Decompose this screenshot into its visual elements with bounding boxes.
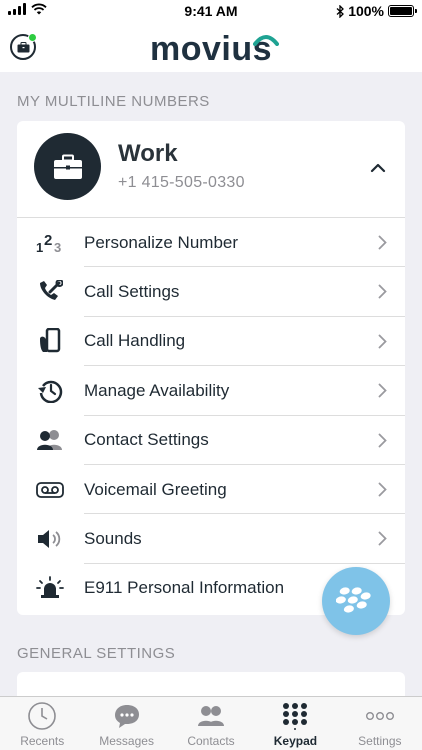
logo-wave-icon (253, 35, 279, 46)
blackberry-icon (336, 587, 371, 613)
menu-item-label: Personalize Number (84, 232, 239, 252)
number-name: Work (118, 140, 178, 167)
123-icon: 1 2 3 (35, 228, 65, 258)
menu-item-sounds[interactable]: Sounds (17, 514, 405, 565)
collapse-button[interactable] (368, 158, 388, 178)
multiline-number-card: Work +1 415-505-0330 1 2 3 Personalize N… (17, 121, 405, 615)
history-icon (35, 376, 65, 406)
chevron-right-icon (378, 531, 387, 546)
menu-item-voicemail-greeting[interactable]: Voicemail Greeting (17, 465, 405, 515)
logo-text-main: movi (149, 30, 232, 68)
menu-item-label: Sounds (84, 529, 142, 549)
battery-icon (388, 5, 417, 17)
tab-label: Messages (99, 734, 154, 748)
chevron-right-icon (378, 433, 387, 447)
bluetooth-icon (336, 4, 345, 18)
tab-keypad[interactable]: Keypad (253, 697, 337, 750)
blackberry-fab-button[interactable] (322, 567, 390, 635)
more-icon (365, 712, 394, 720)
menu-item-label: Manage Availability (84, 380, 230, 400)
menu-item-label: Voicemail Greeting (84, 479, 227, 499)
status-bar: 9:41 AM 100% (0, 0, 422, 22)
clock-icon (28, 702, 57, 730)
menu-item-personalize-number[interactable]: 1 2 3 Personalize Number (17, 218, 405, 268)
keypad-icon (283, 703, 308, 730)
menu-item-call-settings[interactable]: Call Settings (17, 267, 405, 318)
phone-hand-icon (35, 326, 65, 356)
tab-contacts[interactable]: Contacts (169, 697, 253, 750)
menu-item-contact-settings[interactable]: Contact Settings (17, 416, 405, 466)
tab-label: Recents (20, 734, 65, 748)
chevron-right-icon (378, 235, 387, 250)
menu-item-label: E911 Personal Information (84, 578, 285, 598)
menu-item-label: Call Settings (84, 282, 180, 302)
contacts-icon (35, 425, 65, 455)
briefcase-icon (53, 154, 82, 179)
svg-text:1: 1 (36, 240, 43, 254)
tab-label: Keypad (273, 734, 318, 748)
chevron-right-icon (378, 284, 387, 299)
menu-item-manage-availability[interactable]: Manage Availability (17, 366, 405, 416)
menu-item-label: Call Handling (84, 331, 186, 351)
tab-recents[interactable]: Recents (0, 697, 84, 750)
battery-percent: 100% (348, 3, 384, 19)
section-title-general: GENERAL SETTINGS (17, 645, 176, 662)
siren-icon (35, 573, 65, 603)
tab-settings[interactable]: Settings (338, 697, 422, 750)
tab-messages[interactable]: Messages (84, 697, 168, 750)
contacts-icon (198, 706, 225, 726)
movius-logo: movius (0, 30, 422, 69)
chevron-up-icon (370, 163, 386, 173)
app-header: movius (0, 22, 422, 72)
tab-label: Contacts (187, 734, 235, 748)
voicemail-icon (35, 475, 65, 505)
tab-bar: Recents Messages Contacts Keypad Setting… (0, 696, 422, 750)
tab-label: Settings (358, 734, 402, 748)
number-avatar (34, 133, 101, 200)
chat-icon (114, 705, 139, 728)
menu-item-label: Contact Settings (84, 430, 209, 450)
number-header[interactable]: Work +1 415-505-0330 (17, 121, 405, 218)
section-title-multiline: MY MULTILINE NUMBERS (17, 93, 210, 110)
chevron-right-icon (378, 383, 387, 398)
svg-text:2: 2 (44, 232, 52, 249)
chevron-right-icon (378, 482, 387, 497)
wrench-phone-icon (35, 277, 65, 307)
menu-item-call-handling[interactable]: Call Handling (17, 317, 405, 367)
speaker-icon (35, 524, 65, 554)
number-value: +1 415-505-0330 (118, 174, 245, 191)
status-right-group: 100% (336, 3, 417, 19)
chevron-right-icon (378, 334, 387, 349)
svg-text:3: 3 (54, 240, 61, 254)
